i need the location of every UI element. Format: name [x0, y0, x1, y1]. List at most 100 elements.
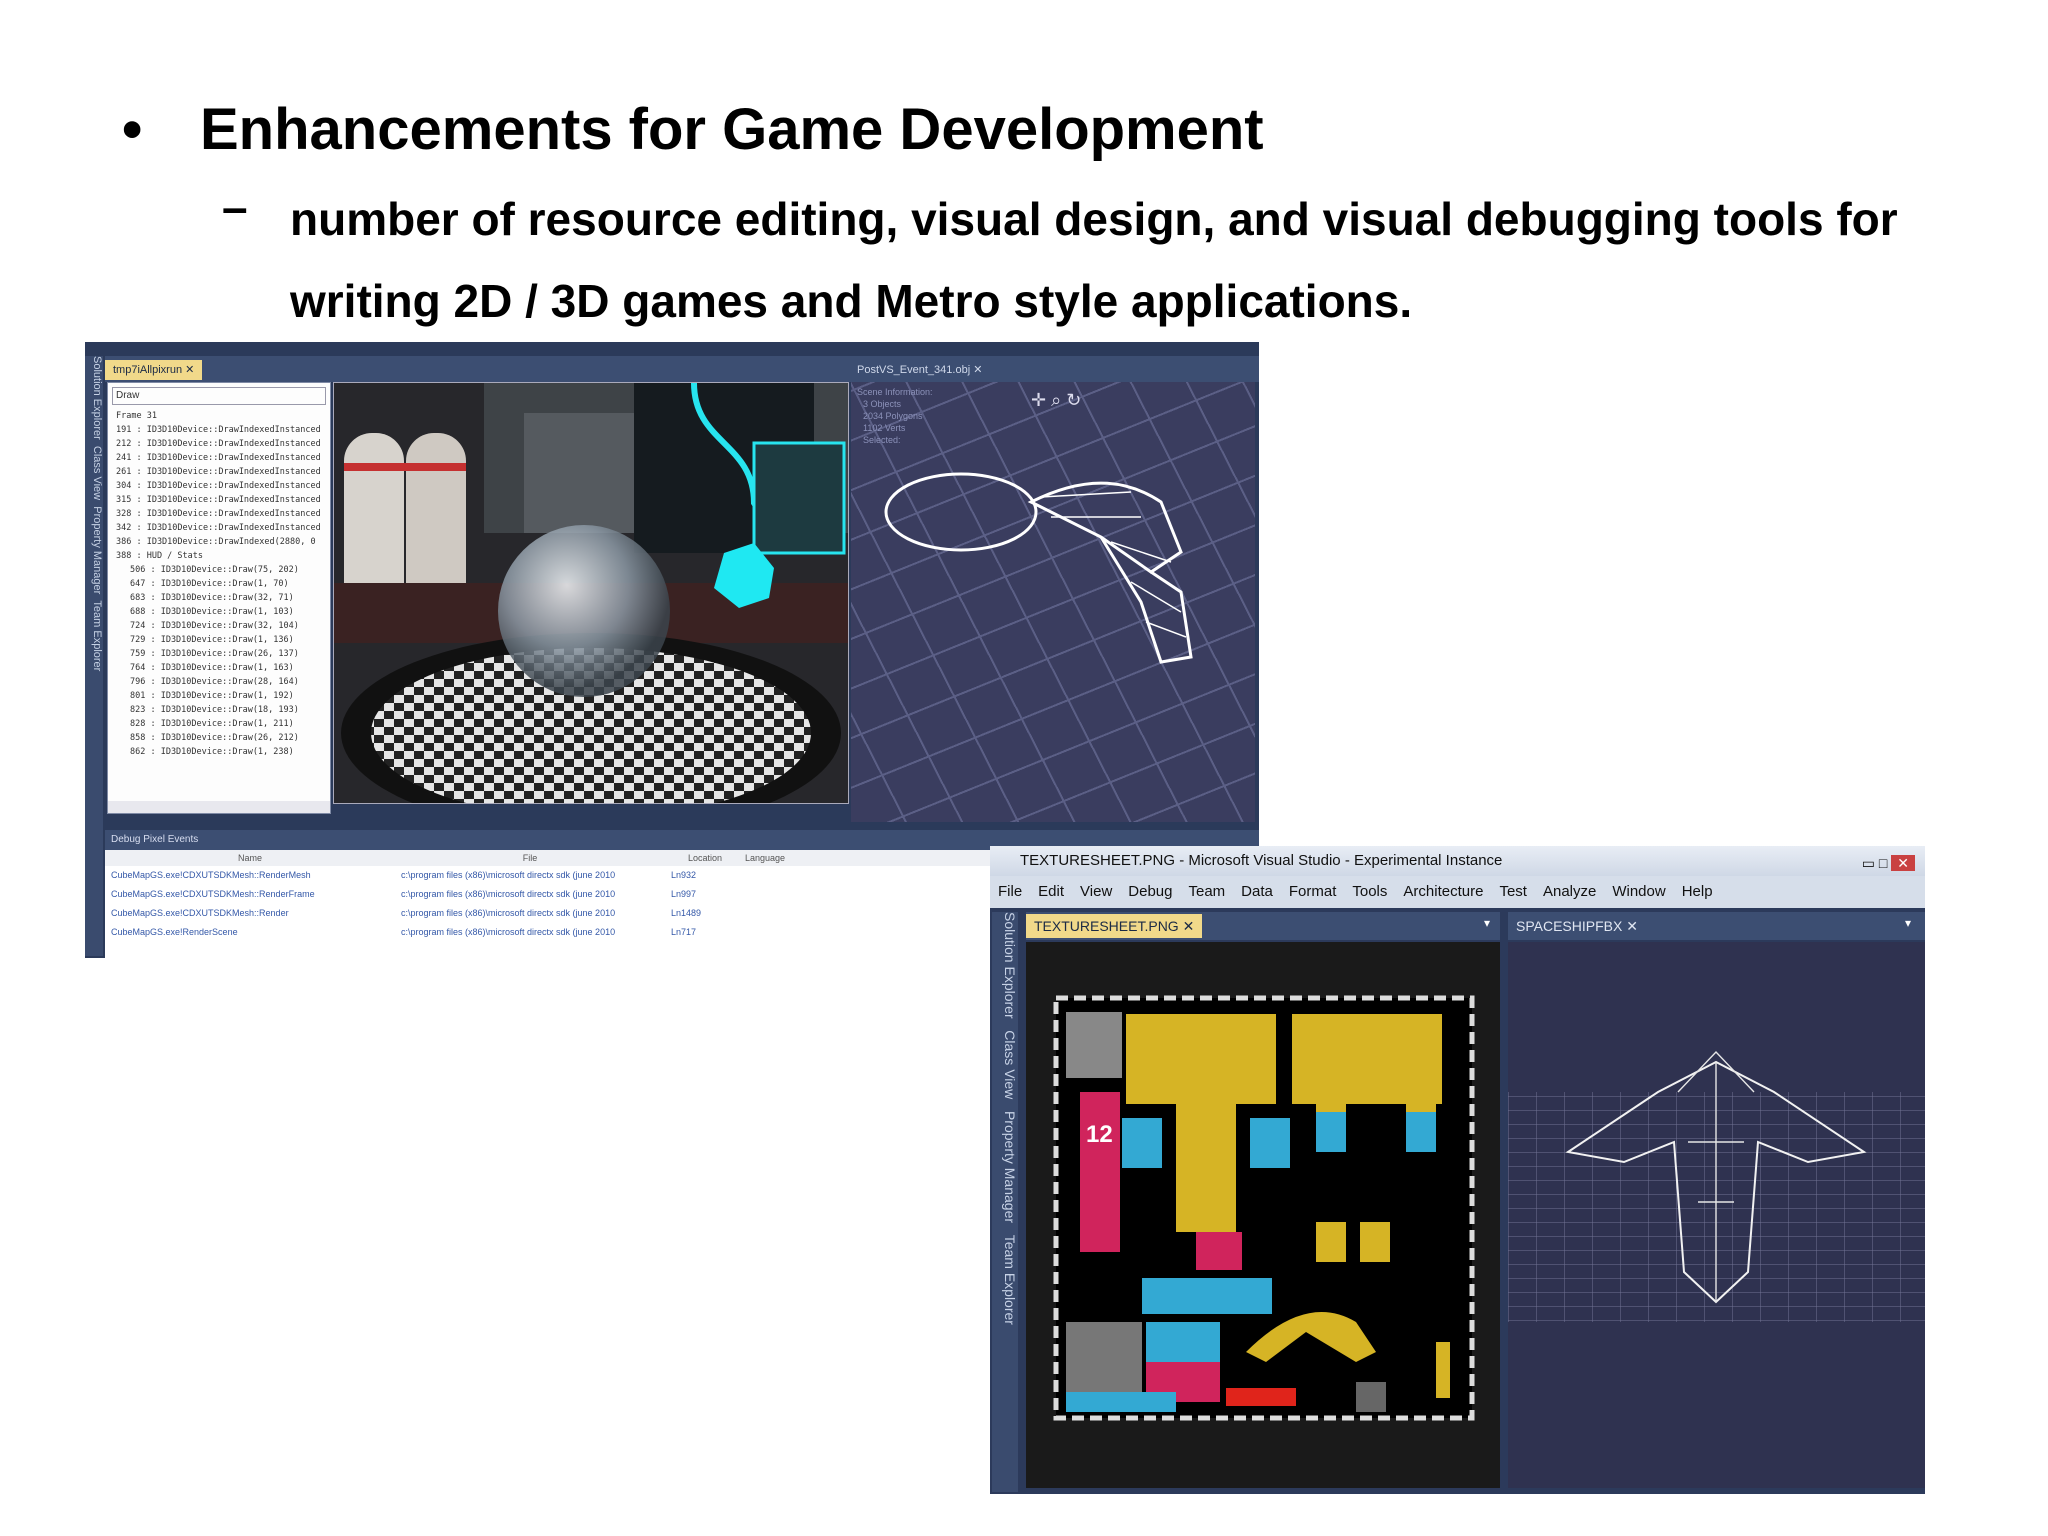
- event-row[interactable]: 823 : ID3D10Device::Draw(18, 193): [108, 703, 330, 717]
- event-row[interactable]: 386 : ID3D10Device::DrawIndexed(2880, 0: [108, 535, 330, 549]
- event-row[interactable]: 828 : ID3D10Device::Draw(1, 211): [108, 717, 330, 731]
- event-search-input[interactable]: Draw: [112, 387, 326, 405]
- property-manager-label[interactable]: Property Manager: [91, 506, 103, 594]
- menu-item-edit[interactable]: Edit: [1030, 876, 1072, 908]
- menu-item-analyze[interactable]: Analyze: [1535, 876, 1604, 908]
- event-row[interactable]: 759 : ID3D10Device::Draw(26, 137): [108, 647, 330, 661]
- pan-icon[interactable]: ✛: [1031, 390, 1046, 410]
- close-icon[interactable]: ✕: [1891, 855, 1915, 871]
- table-cell-name: CubeMapGS.exe!CDXUTSDKMesh::RenderFrame: [111, 889, 315, 899]
- class-view-label[interactable]: Class View: [91, 446, 103, 500]
- right-tabstrip: PostVS_Event_341.obj ✕: [849, 356, 1259, 382]
- column-header-file[interactable]: File: [395, 850, 665, 866]
- scene-info-line: Scene Information:: [857, 387, 933, 397]
- event-row[interactable]: 212 : ID3D10Device::DrawIndexedInstanced: [108, 437, 330, 451]
- event-row[interactable]: 304 : ID3D10Device::DrawIndexedInstanced: [108, 479, 330, 493]
- scene-info: Scene Information: 3 Objects 2034 Polygo…: [857, 386, 933, 446]
- team-explorer-label[interactable]: Team Explorer: [1002, 1235, 1018, 1325]
- event-row[interactable]: 858 : ID3D10Device::Draw(26, 212): [108, 731, 330, 745]
- event-row[interactable]: 506 : ID3D10Device::Draw(75, 202): [108, 563, 330, 577]
- event-row[interactable]: Frame 31: [108, 409, 330, 423]
- menu-item-help[interactable]: Help: [1674, 876, 1721, 908]
- event-row[interactable]: 764 : ID3D10Device::Draw(1, 163): [108, 661, 330, 675]
- menu-bar: File Edit View Debug Team Data Format Tools Arch…: [990, 876, 1925, 908]
- table-cell-loc: Ln1489: [671, 908, 702, 918]
- chevron-down-icon[interactable]: ▾: [1905, 916, 1911, 930]
- menu-item-file[interactable]: File: [990, 876, 1030, 908]
- menu-item-test[interactable]: Test: [1491, 876, 1535, 908]
- tab-obj[interactable]: PostVS_Event_341.obj ✕: [849, 360, 990, 380]
- column-header-name[interactable]: Name: [105, 850, 395, 866]
- right-tabstrip: SPACESHIPFBX ✕ ▾: [1508, 912, 1925, 940]
- mesh-viewer-panel[interactable]: Scene Information: 3 Objects 2034 Polygo…: [851, 382, 1255, 822]
- menu-item-view[interactable]: View: [1072, 876, 1120, 908]
- tab-texturesheet[interactable]: TEXTURESHEET.PNG ✕: [1026, 914, 1203, 938]
- event-row[interactable]: 729 : ID3D10Device::Draw(1, 136): [108, 633, 330, 647]
- event-row[interactable]: 688 : ID3D10Device::Draw(1, 103): [108, 605, 330, 619]
- table-cell-file: c:\program files (x86)\microsoft directx…: [401, 889, 616, 899]
- slide-subtext: number of resource editing, visual desig…: [290, 193, 1898, 327]
- model-viewer[interactable]: [1508, 942, 1925, 1488]
- close-icon[interactable]: ✕: [973, 364, 982, 376]
- event-list: Frame 31 191 : ID3D10Device::DrawIndexedI…: [108, 409, 330, 759]
- minimize-icon[interactable]: ▭: [1862, 855, 1875, 871]
- menu-item-architecture[interactable]: Architecture: [1395, 876, 1491, 908]
- property-manager-label[interactable]: Property Manager: [1002, 1111, 1018, 1223]
- column-header-language[interactable]: Language: [745, 850, 825, 866]
- maximize-icon[interactable]: □: [1879, 855, 1887, 871]
- texture-view[interactable]: 12: [1026, 942, 1500, 1488]
- event-row[interactable]: 683 : ID3D10Device::Draw(32, 71): [108, 591, 330, 605]
- solution-explorer-label[interactable]: Solution Explorer: [1002, 912, 1018, 1019]
- menu-item-tools[interactable]: Tools: [1344, 876, 1395, 908]
- event-row[interactable]: 796 : ID3D10Device::Draw(28, 164): [108, 675, 330, 689]
- tab-pixrun[interactable]: tmp7iAllpixrun ✕: [105, 360, 203, 380]
- viewport-tools: ✛ ⌕ ↻: [1031, 390, 1081, 411]
- scene-info-line: 3 Objects: [863, 399, 902, 409]
- class-view-label[interactable]: Class View: [1002, 1030, 1018, 1099]
- event-row[interactable]: 241 : ID3D10Device::DrawIndexedInstanced: [108, 451, 330, 465]
- menu-item-data[interactable]: Data: [1233, 876, 1281, 908]
- window-titlebar: TEXTURESHEET.PNG - Microsoft Visual Stud…: [990, 846, 1925, 876]
- scene-info-line: 1102 Verts: [863, 423, 906, 433]
- event-list-panel: Draw Frame 31 191 : ID3D10Device::DrawInd…: [107, 382, 331, 814]
- render-target-view[interactable]: [333, 382, 849, 804]
- spaceship-wireframe: [1508, 1050, 1925, 1322]
- event-row[interactable]: 191 : ID3D10Device::DrawIndexedInstanced: [108, 423, 330, 437]
- rotate-icon[interactable]: ↻: [1066, 390, 1081, 410]
- vertical-toolwindow-bar: Solution Explorer Class View Property Ma…: [992, 912, 1018, 1492]
- event-row[interactable]: 342 : ID3D10Device::DrawIndexedInstanced: [108, 521, 330, 535]
- tab-spaceship-label: SPACESHIPFBX: [1516, 918, 1623, 934]
- table-cell-loc: Ln932: [671, 870, 697, 880]
- event-row[interactable]: 315 : ID3D10Device::DrawIndexedInstanced: [108, 493, 330, 507]
- scene-render: [334, 383, 848, 803]
- menu-item-format[interactable]: Format: [1281, 876, 1345, 908]
- menu-item-window[interactable]: Window: [1604, 876, 1673, 908]
- event-row[interactable]: 647 : ID3D10Device::Draw(1, 70): [108, 577, 330, 591]
- table-cell-file: c:\program files (x86)\microsoft directx…: [401, 908, 616, 918]
- team-explorer-label[interactable]: Team Explorer: [91, 600, 103, 671]
- event-row[interactable]: 328 : ID3D10Device::DrawIndexedInstanced: [108, 507, 330, 521]
- close-icon[interactable]: ✕: [1626, 918, 1638, 934]
- tab-obj-label: PostVS_Event_341.obj: [857, 364, 971, 376]
- tab-spaceship[interactable]: SPACESHIPFBX ✕: [1508, 914, 1646, 938]
- event-row[interactable]: 801 : ID3D10Device::Draw(1, 192): [108, 689, 330, 703]
- column-header-location[interactable]: Location: [665, 850, 745, 866]
- solution-explorer-label[interactable]: Solution Explorer: [91, 356, 103, 440]
- event-row[interactable]: 261 : ID3D10Device::DrawIndexedInstanced: [108, 465, 330, 479]
- close-icon[interactable]: ✕: [1183, 918, 1195, 934]
- zoom-icon[interactable]: ⌕: [1051, 390, 1061, 410]
- chevron-down-icon[interactable]: ▾: [1484, 916, 1490, 930]
- close-icon[interactable]: ✕: [185, 364, 194, 376]
- slide-heading: Enhancements for Game Development: [200, 97, 1264, 162]
- tab-texturesheet-label: TEXTURESHEET.PNG: [1034, 918, 1179, 934]
- menu-item-debug[interactable]: Debug: [1120, 876, 1180, 908]
- tab-pixrun-label: tmp7iAllpixrun: [113, 364, 183, 376]
- table-cell-loc: Ln717: [671, 927, 697, 937]
- event-row[interactable]: 862 : ID3D10Device::Draw(1, 238): [108, 745, 330, 759]
- menu-item-team[interactable]: Team: [1180, 876, 1233, 908]
- table-cell-name: CubeMapGS.exe!CDXUTSDKMesh::RenderMesh: [111, 870, 311, 880]
- table-cell-name: CubeMapGS.exe!CDXUTSDKMesh::Render: [111, 908, 289, 918]
- horizontal-scrollbar[interactable]: [108, 801, 330, 813]
- event-row[interactable]: 388 : HUD / Stats: [108, 549, 330, 563]
- event-row[interactable]: 724 : ID3D10Device::Draw(32, 104): [108, 619, 330, 633]
